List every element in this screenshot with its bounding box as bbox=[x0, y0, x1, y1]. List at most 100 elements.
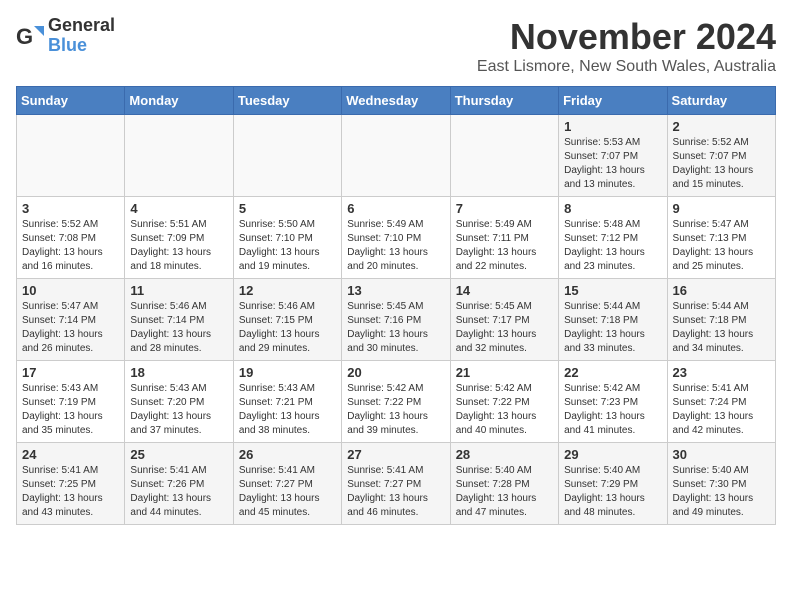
day-cell: 17Sunrise: 5:43 AM Sunset: 7:19 PM Dayli… bbox=[17, 361, 125, 443]
week-row-4: 24 Sunrise: 5:41 AM Sunset: 7:25 PM Dayli… bbox=[17, 443, 776, 525]
day-number: 15 bbox=[564, 283, 661, 298]
day-cell: 21 Sunrise: 5:42 AM Sunset: 7:22 PM Dayli… bbox=[450, 361, 558, 443]
day-cell bbox=[17, 115, 125, 197]
day-info: Sunrise: 5:50 AM Sunset: 7:10 PM Dayligh… bbox=[239, 218, 336, 274]
day-cell bbox=[233, 115, 341, 197]
day-number: 2 bbox=[673, 119, 770, 134]
day-info: Sunrise: 5:41 AM Sunset: 7:25 PM Dayligh… bbox=[22, 464, 119, 520]
day-info: Sunrise: 5:48 AM Sunset: 7:12 PM Dayligh… bbox=[564, 218, 661, 274]
day-info: Sunrise: 5:46 AM Sunset: 7:14 PM Dayligh… bbox=[130, 300, 227, 356]
week-row-3: 17Sunrise: 5:43 AM Sunset: 7:19 PM Dayli… bbox=[17, 361, 776, 443]
day-cell: 11 Sunrise: 5:46 AM Sunset: 7:14 PM Dayli… bbox=[125, 279, 233, 361]
day-cell: 18 Sunrise: 5:43 AM Sunset: 7:20 PM Dayli… bbox=[125, 361, 233, 443]
logo-general-text: General bbox=[48, 16, 115, 36]
day-number: 14 bbox=[456, 283, 553, 298]
day-cell: 20 Sunrise: 5:42 AM Sunset: 7:22 PM Dayli… bbox=[342, 361, 450, 443]
day-cell: 14 Sunrise: 5:45 AM Sunset: 7:17 PM Dayli… bbox=[450, 279, 558, 361]
day-cell: 10Sunrise: 5:47 AM Sunset: 7:14 PM Dayli… bbox=[17, 279, 125, 361]
week-row-0: 1Sunrise: 5:53 AM Sunset: 7:07 PM Daylig… bbox=[17, 115, 776, 197]
day-number: 6 bbox=[347, 201, 444, 216]
day-info: Sunrise: 5:45 AM Sunset: 7:17 PM Dayligh… bbox=[456, 300, 553, 356]
day-number: 20 bbox=[347, 365, 444, 380]
day-cell: 15 Sunrise: 5:44 AM Sunset: 7:18 PM Dayli… bbox=[559, 279, 667, 361]
day-number: 19 bbox=[239, 365, 336, 380]
day-cell bbox=[342, 115, 450, 197]
logo-blue-text: Blue bbox=[48, 36, 115, 56]
day-cell: 4 Sunrise: 5:51 AM Sunset: 7:09 PM Daylig… bbox=[125, 197, 233, 279]
day-cell: 16 Sunrise: 5:44 AM Sunset: 7:18 PM Dayli… bbox=[667, 279, 775, 361]
day-cell: 24 Sunrise: 5:41 AM Sunset: 7:25 PM Dayli… bbox=[17, 443, 125, 525]
day-cell: 1Sunrise: 5:53 AM Sunset: 7:07 PM Daylig… bbox=[559, 115, 667, 197]
day-info: Sunrise: 5:44 AM Sunset: 7:18 PM Dayligh… bbox=[564, 300, 661, 356]
day-info: Sunrise: 5:53 AM Sunset: 7:07 PM Dayligh… bbox=[564, 136, 661, 192]
header: G General Blue November 2024 East Lismor… bbox=[16, 16, 776, 76]
location-subtitle: East Lismore, New South Wales, Australia bbox=[477, 58, 776, 76]
day-cell: 30 Sunrise: 5:40 AM Sunset: 7:30 PM Dayli… bbox=[667, 443, 775, 525]
day-number: 30 bbox=[673, 447, 770, 462]
day-info: Sunrise: 5:45 AM Sunset: 7:16 PM Dayligh… bbox=[347, 300, 444, 356]
day-info: Sunrise: 5:41 AM Sunset: 7:27 PM Dayligh… bbox=[239, 464, 336, 520]
day-info: Sunrise: 5:44 AM Sunset: 7:18 PM Dayligh… bbox=[673, 300, 770, 356]
day-number: 5 bbox=[239, 201, 336, 216]
day-cell bbox=[450, 115, 558, 197]
week-row-1: 3Sunrise: 5:52 AM Sunset: 7:08 PM Daylig… bbox=[17, 197, 776, 279]
day-info: Sunrise: 5:41 AM Sunset: 7:24 PM Dayligh… bbox=[673, 382, 770, 438]
logo-text: General Blue bbox=[48, 16, 115, 56]
day-info: Sunrise: 5:52 AM Sunset: 7:08 PM Dayligh… bbox=[22, 218, 119, 274]
header-day-saturday: Saturday bbox=[667, 87, 775, 115]
day-info: Sunrise: 5:43 AM Sunset: 7:20 PM Dayligh… bbox=[130, 382, 227, 438]
day-number: 16 bbox=[673, 283, 770, 298]
day-number: 9 bbox=[673, 201, 770, 216]
day-number: 28 bbox=[456, 447, 553, 462]
header-day-thursday: Thursday bbox=[450, 87, 558, 115]
day-number: 18 bbox=[130, 365, 227, 380]
day-info: Sunrise: 5:42 AM Sunset: 7:22 PM Dayligh… bbox=[347, 382, 444, 438]
header-day-sunday: Sunday bbox=[17, 87, 125, 115]
day-cell: 29Sunrise: 5:40 AM Sunset: 7:29 PM Dayli… bbox=[559, 443, 667, 525]
header-row: SundayMondayTuesdayWednesdayThursdayFrid… bbox=[17, 87, 776, 115]
day-cell: 12Sunrise: 5:46 AM Sunset: 7:15 PM Dayli… bbox=[233, 279, 341, 361]
day-cell: 19Sunrise: 5:43 AM Sunset: 7:21 PM Dayli… bbox=[233, 361, 341, 443]
day-info: Sunrise: 5:49 AM Sunset: 7:11 PM Dayligh… bbox=[456, 218, 553, 274]
day-number: 29 bbox=[564, 447, 661, 462]
day-number: 23 bbox=[673, 365, 770, 380]
day-info: Sunrise: 5:52 AM Sunset: 7:07 PM Dayligh… bbox=[673, 136, 770, 192]
day-number: 22 bbox=[564, 365, 661, 380]
day-number: 7 bbox=[456, 201, 553, 216]
day-cell: 26 Sunrise: 5:41 AM Sunset: 7:27 PM Dayli… bbox=[233, 443, 341, 525]
header-day-monday: Monday bbox=[125, 87, 233, 115]
day-cell: 2 Sunrise: 5:52 AM Sunset: 7:07 PM Daylig… bbox=[667, 115, 775, 197]
logo: G General Blue bbox=[16, 16, 115, 56]
day-number: 4 bbox=[130, 201, 227, 216]
day-info: Sunrise: 5:40 AM Sunset: 7:28 PM Dayligh… bbox=[456, 464, 553, 520]
day-info: Sunrise: 5:46 AM Sunset: 7:15 PM Dayligh… bbox=[239, 300, 336, 356]
svg-text:G: G bbox=[16, 24, 33, 49]
day-info: Sunrise: 5:41 AM Sunset: 7:26 PM Dayligh… bbox=[130, 464, 227, 520]
day-number: 27 bbox=[347, 447, 444, 462]
day-info: Sunrise: 5:51 AM Sunset: 7:09 PM Dayligh… bbox=[130, 218, 227, 274]
day-cell: 28 Sunrise: 5:40 AM Sunset: 7:28 PM Dayli… bbox=[450, 443, 558, 525]
calendar-table: SundayMondayTuesdayWednesdayThursdayFrid… bbox=[16, 86, 776, 525]
day-info: Sunrise: 5:40 AM Sunset: 7:30 PM Dayligh… bbox=[673, 464, 770, 520]
calendar-body: 1Sunrise: 5:53 AM Sunset: 7:07 PM Daylig… bbox=[17, 115, 776, 525]
day-cell: 7 Sunrise: 5:49 AM Sunset: 7:11 PM Daylig… bbox=[450, 197, 558, 279]
week-row-2: 10Sunrise: 5:47 AM Sunset: 7:14 PM Dayli… bbox=[17, 279, 776, 361]
day-info: Sunrise: 5:42 AM Sunset: 7:23 PM Dayligh… bbox=[564, 382, 661, 438]
calendar-header: SundayMondayTuesdayWednesdayThursdayFrid… bbox=[17, 87, 776, 115]
day-number: 8 bbox=[564, 201, 661, 216]
day-cell: 22 Sunrise: 5:42 AM Sunset: 7:23 PM Dayli… bbox=[559, 361, 667, 443]
day-cell: 9Sunrise: 5:47 AM Sunset: 7:13 PM Daylig… bbox=[667, 197, 775, 279]
day-cell: 5 Sunrise: 5:50 AM Sunset: 7:10 PM Daylig… bbox=[233, 197, 341, 279]
day-number: 25 bbox=[130, 447, 227, 462]
day-number: 26 bbox=[239, 447, 336, 462]
day-cell: 13 Sunrise: 5:45 AM Sunset: 7:16 PM Dayli… bbox=[342, 279, 450, 361]
day-cell: 25 Sunrise: 5:41 AM Sunset: 7:26 PM Dayli… bbox=[125, 443, 233, 525]
day-number: 11 bbox=[130, 283, 227, 298]
day-number: 13 bbox=[347, 283, 444, 298]
day-info: Sunrise: 5:42 AM Sunset: 7:22 PM Dayligh… bbox=[456, 382, 553, 438]
header-day-tuesday: Tuesday bbox=[233, 87, 341, 115]
day-info: Sunrise: 5:41 AM Sunset: 7:27 PM Dayligh… bbox=[347, 464, 444, 520]
day-number: 24 bbox=[22, 447, 119, 462]
day-cell: 23 Sunrise: 5:41 AM Sunset: 7:24 PM Dayli… bbox=[667, 361, 775, 443]
day-number: 21 bbox=[456, 365, 553, 380]
